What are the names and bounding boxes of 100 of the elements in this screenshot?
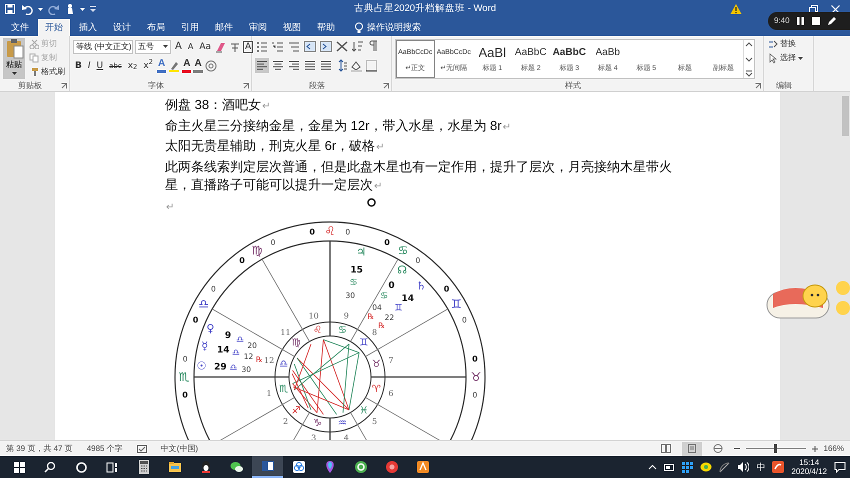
format-button[interactable]: x$^{2}$ xyxy=(141,58,155,72)
ribbon-tab[interactable]: 邮件 xyxy=(208,19,240,36)
color-button[interactable]: A xyxy=(182,58,192,72)
dialog-launcher-icon[interactable] xyxy=(755,83,761,89)
shrink-font-button[interactable]: A xyxy=(186,40,196,54)
ribbon-tab[interactable]: 文件 xyxy=(4,19,36,36)
font-name-field[interactable]: 等线 (中文正文) xyxy=(73,40,133,54)
tell-me-search-field[interactable]: 操作说明搜索 xyxy=(367,22,457,33)
speaker-icon[interactable] xyxy=(737,461,750,473)
zodiac-sign: ♈ xyxy=(372,384,381,395)
scroll-down-icon[interactable] xyxy=(744,56,752,62)
alignment-button[interactable] xyxy=(271,58,285,73)
degree-label: 0 xyxy=(384,238,390,248)
ribbon-tab[interactable]: 插入 xyxy=(72,19,104,36)
character-border-button[interactable]: A xyxy=(243,40,254,52)
dialog-launcher-icon[interactable] xyxy=(61,83,67,89)
dialog-launcher-icon[interactable] xyxy=(383,83,389,89)
zodiac-sign: ♑ xyxy=(313,418,322,429)
caret-icon[interactable] xyxy=(163,44,168,49)
clock-time[interactable]: 15:14 xyxy=(799,458,820,467)
scroll-up-icon[interactable] xyxy=(744,41,752,48)
format-button[interactable]: x$_{2}$ xyxy=(126,58,140,72)
borders-icon[interactable] xyxy=(365,59,378,72)
battery-icon[interactable] xyxy=(664,462,676,472)
zoom-in-icon[interactable] xyxy=(812,446,818,452)
house-number: 5 xyxy=(372,417,378,426)
caret-icon[interactable] xyxy=(80,6,85,12)
grid-icon[interactable] xyxy=(682,462,694,472)
increase-indent-icon[interactable] xyxy=(320,40,332,53)
circle-icon[interactable] xyxy=(75,460,88,474)
decrease-indent-icon[interactable] xyxy=(304,40,316,53)
caret-icon[interactable] xyxy=(12,70,16,76)
editing-button[interactable]: 选择 xyxy=(767,52,804,64)
ribbon-tab[interactable]: 布局 xyxy=(140,19,172,36)
task-view-icon[interactable] xyxy=(106,460,119,474)
format-button[interactable]: I xyxy=(86,58,93,72)
proofing-icon[interactable] xyxy=(136,444,147,452)
sort-icon[interactable] xyxy=(352,40,364,53)
redo-icon[interactable] xyxy=(48,3,60,15)
alignment-button[interactable] xyxy=(255,58,269,73)
font-size-field[interactable]: 五号 xyxy=(135,40,171,54)
format-button[interactable]: B xyxy=(73,58,84,72)
undo-icon[interactable] xyxy=(21,3,33,15)
paste-button[interactable]: 粘贴 xyxy=(3,38,25,79)
alignment-button[interactable] xyxy=(303,58,317,73)
color-button[interactable]: A xyxy=(193,58,203,72)
pilcrow-icon[interactable] xyxy=(368,40,380,53)
caret-icon[interactable] xyxy=(798,56,803,60)
clock-date[interactable]: 2020/4/12 xyxy=(791,467,827,476)
zodiac-sign: ♋ xyxy=(349,278,358,288)
zodiac-sign: ♏ xyxy=(178,370,190,384)
windows-start-icon[interactable] xyxy=(13,460,26,474)
dialog-launcher-icon[interactable] xyxy=(243,83,249,89)
notification-icon[interactable] xyxy=(834,461,846,473)
grow-font-button[interactable]: A xyxy=(173,40,184,54)
zoom-out-icon[interactable] xyxy=(734,446,740,451)
group-label: 样式 xyxy=(564,80,582,91)
color-button[interactable]: A xyxy=(156,58,166,72)
view-button[interactable] xyxy=(682,442,702,456)
format-button[interactable]: U xyxy=(94,58,106,72)
multilevel-list-icon[interactable] xyxy=(288,40,300,53)
bullets-icon[interactable] xyxy=(256,40,268,53)
scrollbar-thumb[interactable] xyxy=(842,96,849,136)
highlighter-icon[interactable] xyxy=(168,60,180,72)
search-icon[interactable] xyxy=(44,460,57,474)
stop-icon[interactable] xyxy=(810,16,821,26)
taskbar-app[interactable] xyxy=(252,456,283,478)
page-count: 第 39 页，共 47 页 xyxy=(6,444,73,454)
pause-icon[interactable] xyxy=(796,16,805,26)
editing-button[interactable]: 替换 xyxy=(767,38,804,50)
ribbon-tab[interactable]: 设计 xyxy=(106,19,138,36)
ribbon-tab[interactable]: 引用 xyxy=(174,19,206,36)
eye-app-icon[interactable] xyxy=(700,461,712,473)
input-method-indicator[interactable]: 中 xyxy=(756,462,766,472)
more-styles-icon[interactable] xyxy=(744,70,752,77)
zodiac-sign: ♉ xyxy=(372,359,381,370)
degree-label: 0 xyxy=(388,280,395,291)
swoosh-app-icon[interactable] xyxy=(772,461,784,473)
pen-icon[interactable] xyxy=(826,16,837,26)
numbering-icon[interactable] xyxy=(272,40,284,53)
eraser-icon[interactable] xyxy=(215,40,227,52)
save-icon[interactable] xyxy=(4,3,16,15)
clipboard-button[interactable]: 格式刷 xyxy=(28,66,66,78)
ribbon-tab[interactable]: 视图 xyxy=(276,19,308,36)
enclosed-character-icon[interactable] xyxy=(204,60,217,72)
shading-icon[interactable] xyxy=(350,59,363,72)
phonetic-guide-icon[interactable] xyxy=(229,40,241,52)
ribbon-tab[interactable]: 审阅 xyxy=(242,19,274,36)
caret-icon[interactable] xyxy=(38,6,43,12)
alignment-button[interactable] xyxy=(287,58,301,73)
folder-icon xyxy=(168,460,182,474)
chevron-up-icon[interactable] xyxy=(648,463,658,471)
zoom-percent[interactable]: 166% xyxy=(824,444,844,454)
ribbon-tab[interactable]: 帮助 xyxy=(310,19,342,36)
alignment-button[interactable] xyxy=(319,58,333,73)
asian-layout-icon[interactable] xyxy=(336,40,348,53)
change-case-button[interactable]: Aa xyxy=(197,40,213,54)
ribbon-tab[interactable]: 开始 xyxy=(38,19,70,36)
document-paragraph: 例盘 38：酒吧女↵ xyxy=(165,96,270,114)
customize-icon[interactable] xyxy=(90,5,96,13)
